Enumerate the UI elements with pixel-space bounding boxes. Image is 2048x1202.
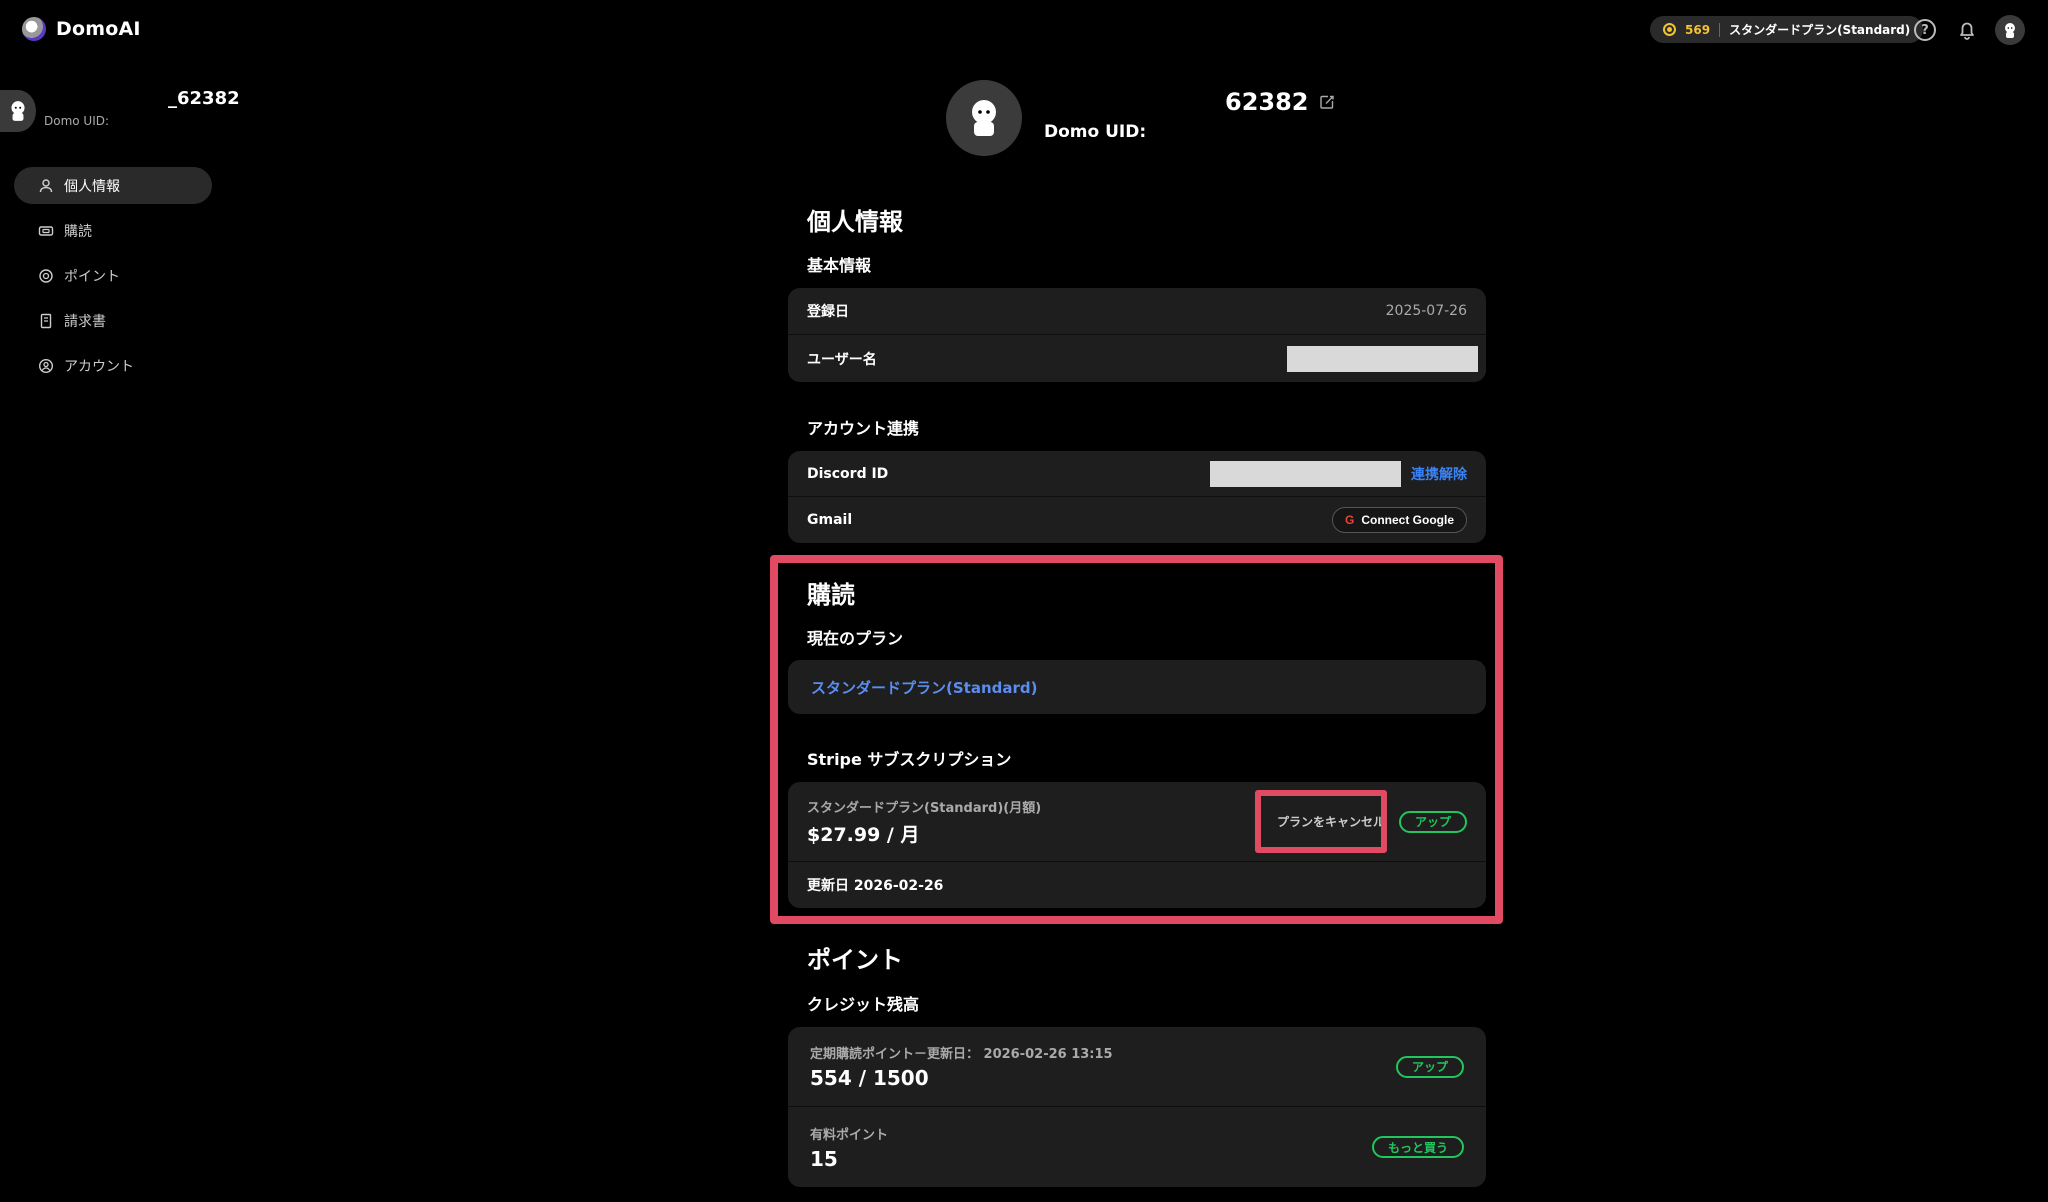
stripe-plan-price: $27.99 / 月 (807, 823, 920, 846)
gmail-row: Gmail G Connect Google (788, 497, 1486, 543)
credit-plan-pill[interactable]: 569 スタンダードプラン(Standard) (1650, 16, 1924, 43)
user-avatar-icon (11, 101, 25, 121)
buy-more-points-button[interactable]: もっと買う (1371, 1136, 1464, 1158)
sidebar-item-label: 個人情報 (64, 178, 120, 195)
pill-divider (1719, 22, 1721, 37)
registered-date-value: 2025-07-26 (1385, 303, 1467, 319)
subscription-title: 購読 (807, 581, 855, 609)
discord-value-group: 連携解除 (1210, 460, 1467, 487)
gmail-label: Gmail (807, 512, 853, 528)
profile-username: 62382 (1225, 88, 1309, 116)
upgrade-points-button[interactable]: アップ (1395, 1055, 1464, 1078)
avatar[interactable] (1995, 15, 2025, 45)
user-avatar-icon (2005, 23, 2015, 38)
credit-count: 569 (1685, 22, 1711, 37)
ticket-icon (38, 225, 54, 236)
profile-uid: Domo UID: (1044, 122, 1147, 142)
discord-label: Discord ID (807, 465, 889, 482)
help-icon[interactable]: ? (1914, 19, 1936, 41)
points-title: ポイント (807, 946, 903, 974)
account-linking-card: Discord ID 連携解除 Gmail G Connect Google (788, 451, 1486, 543)
subscription-points-label: 定期購読ポイント－更新日： 2026-02-26 13:15 (810, 1047, 1113, 1062)
discord-id-redacted (1210, 460, 1401, 487)
sidebar-item-label: 請求書 (64, 313, 106, 330)
domoai-logo-icon (22, 17, 46, 41)
user-avatar-icon (972, 100, 996, 136)
profile-name: 62382 (1225, 88, 1335, 116)
sidebar-uid: Domo UID: (44, 114, 110, 128)
stripe-subscription-title: Stripe サブスクリプション (807, 750, 1012, 769)
account-linking-title: アカウント連携 (807, 419, 920, 438)
credit-balance-card: 定期購読ポイント－更新日： 2026-02-26 13:15 554 / 150… (788, 1027, 1486, 1187)
sidebar-item-invoices[interactable]: 請求書 (14, 302, 212, 339)
discord-row: Discord ID 連携解除 (788, 451, 1486, 497)
brand-name: DomoAI (56, 18, 141, 40)
sidebar-username: _62382 (168, 88, 240, 109)
sidebar-item-account[interactable]: アカウント (14, 347, 212, 384)
registered-date-label: 登録日 (807, 304, 849, 320)
brand[interactable]: DomoAI (22, 17, 141, 41)
upgrade-plan-button[interactable]: アップ (1398, 810, 1467, 833)
sidebar-item-label: ポイント (64, 268, 120, 285)
document-icon (40, 313, 52, 328)
coin-icon (39, 268, 53, 283)
current-plan-card: スタンダードプラン(Standard) (788, 660, 1486, 714)
registered-date-row: 登録日 2025-07-26 (788, 288, 1486, 335)
subscription-points-value: 554 / 1500 (810, 1066, 929, 1090)
basic-info-card: 登録日 2025-07-26 ユーザー名 (788, 288, 1486, 382)
stripe-plan-name: スタンダードプラン(Standard)(月額) (807, 800, 1042, 816)
top-bar: DomoAI 569 スタンダードプラン(Standard) ? (0, 0, 2048, 60)
connect-google-button[interactable]: G Connect Google (1331, 507, 1467, 533)
sidebar-item-label: アカウント (64, 358, 134, 375)
basic-info-title: 基本情報 (807, 256, 872, 275)
stripe-plan-row: スタンダードプラン(Standard)(月額) $27.99 / 月 プランをキ… (788, 782, 1486, 862)
sidebar-item-subscription[interactable]: 購読 (14, 212, 212, 249)
paid-points-info: 有料ポイント 15 (810, 1124, 888, 1171)
personal-info-title: 個人情報 (807, 208, 903, 236)
renewal-date: 更新日 2026-02-26 (807, 878, 944, 894)
username-row: ユーザー名 (788, 335, 1486, 382)
subscription-points-info: 定期購読ポイント－更新日： 2026-02-26 13:15 554 / 150… (810, 1043, 1113, 1090)
profile-avatar[interactable] (946, 80, 1022, 156)
stripe-plan-info: スタンダードプラン(Standard)(月額) $27.99 / 月 (807, 797, 1041, 847)
credit-balance-title: クレジット残高 (807, 995, 920, 1014)
renewal-row: 更新日 2026-02-26 (788, 862, 1486, 908)
paid-points-row: 有料ポイント 15 もっと買う (788, 1107, 1486, 1187)
bell-icon[interactable] (1955, 18, 1979, 42)
stripe-subscription-card: スタンダードプラン(Standard)(月額) $27.99 / 月 プランをキ… (788, 782, 1486, 908)
current-plan-link[interactable]: スタンダードプラン(Standard) (811, 677, 1037, 698)
google-icon: G (1344, 513, 1355, 527)
sidebar-item-personal-info[interactable]: 個人情報 (14, 167, 212, 204)
sidebar-item-label: 購読 (64, 223, 92, 240)
account-icon (38, 358, 54, 373)
paid-points-value: 15 (810, 1146, 838, 1171)
sidebar-nav: 個人情報 購読 ポイント 請求書 アカウント (14, 167, 212, 392)
current-plan-label: スタンダードプラン(Standard) (1729, 23, 1911, 37)
current-plan-title: 現在のプラン (807, 629, 904, 648)
edit-icon[interactable] (1319, 94, 1335, 110)
subscription-points-row: 定期購読ポイント－更新日： 2026-02-26 13:15 554 / 150… (788, 1027, 1486, 1107)
username-label: ユーザー名 (807, 351, 877, 368)
stripe-actions: プランをキャンセル アップ (1277, 810, 1467, 833)
sidebar-item-points[interactable]: ポイント (14, 257, 212, 294)
unlink-discord-button[interactable]: 連携解除 (1411, 464, 1467, 484)
connect-google-label: Connect Google (1361, 513, 1454, 527)
cancel-plan-button[interactable]: プランをキャンセル (1277, 813, 1385, 830)
username-value-redacted (1287, 345, 1478, 372)
coin-icon (1663, 23, 1676, 36)
paid-points-label: 有料ポイント (810, 1127, 889, 1143)
user-icon (39, 178, 53, 192)
sidebar-avatar (0, 90, 36, 132)
